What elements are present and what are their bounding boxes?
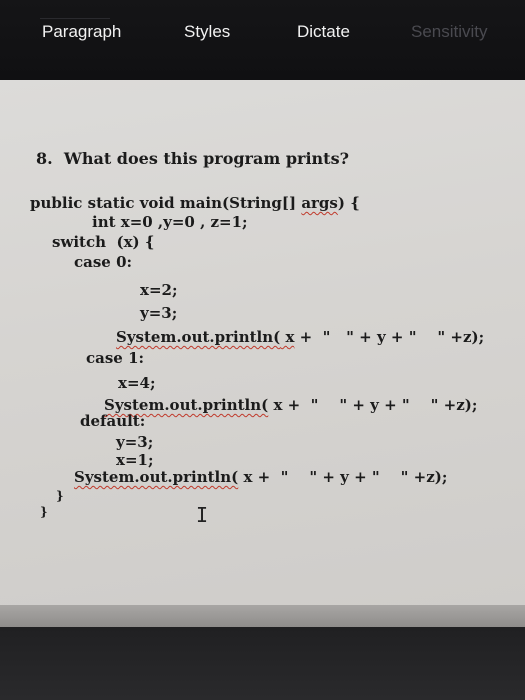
code-line-default-y: y=3;	[116, 433, 154, 451]
code-line-signature: public static void main(String[] args) {	[30, 194, 360, 212]
code-line-case0-y: y=3;	[140, 304, 178, 322]
code-print1-x: x	[280, 328, 295, 346]
code-print3-rest: x + " " + y + " " +z);	[238, 468, 448, 486]
code-print1-call: System.out.println(	[116, 328, 281, 346]
code-line-default: default:	[80, 412, 146, 430]
code-close-switch: }	[56, 489, 64, 503]
code-print1-rest: + " " + y + " " +z);	[294, 328, 485, 346]
code-line-decl: int x=0 ,y=0 , z=1;	[92, 213, 248, 231]
code-line-switch: switch (x) {	[52, 233, 155, 251]
code-line-case1-x: x=4;	[118, 374, 156, 392]
code-signature-post: ) {	[337, 194, 360, 212]
question-heading: 8. What does this program prints?	[36, 149, 349, 168]
code-line-default-x: x=1;	[116, 451, 154, 469]
text-cursor-icon: I	[196, 503, 209, 527]
code-signature-pre: public static void main(String[]	[30, 194, 302, 212]
page-bottom-edge	[0, 605, 525, 627]
tab-styles[interactable]: Styles	[184, 22, 230, 42]
code-line-print3: System.out.println( x + " " + y + " " +z…	[74, 468, 447, 486]
tab-dictate[interactable]: Dictate	[297, 22, 350, 42]
toolbar-divider	[40, 18, 110, 19]
tab-sensitivity[interactable]: Sensitivity	[411, 22, 488, 42]
ribbon-toolbar: Paragraph Styles Dictate Sensitivity	[0, 0, 525, 80]
bottom-bar	[0, 627, 525, 700]
toolbar-top-edge	[250, 0, 300, 10]
code-close-main: }	[40, 505, 48, 519]
code-print3-call: System.out.println(	[74, 468, 239, 486]
code-line-case0: case 0:	[74, 253, 133, 271]
code-signature-args: args	[301, 194, 338, 212]
code-print2-rest: x + " " + y + " " +z);	[268, 396, 478, 414]
code-line-print2: System.out.println( x + " " + y + " " +z…	[104, 396, 477, 414]
code-line-print1: System.out.println( x + " " + y + " " +z…	[116, 328, 484, 346]
code-line-case0-x: x=2;	[140, 281, 178, 299]
tab-paragraph[interactable]: Paragraph	[42, 22, 121, 42]
code-line-case1: case 1:	[86, 349, 145, 367]
